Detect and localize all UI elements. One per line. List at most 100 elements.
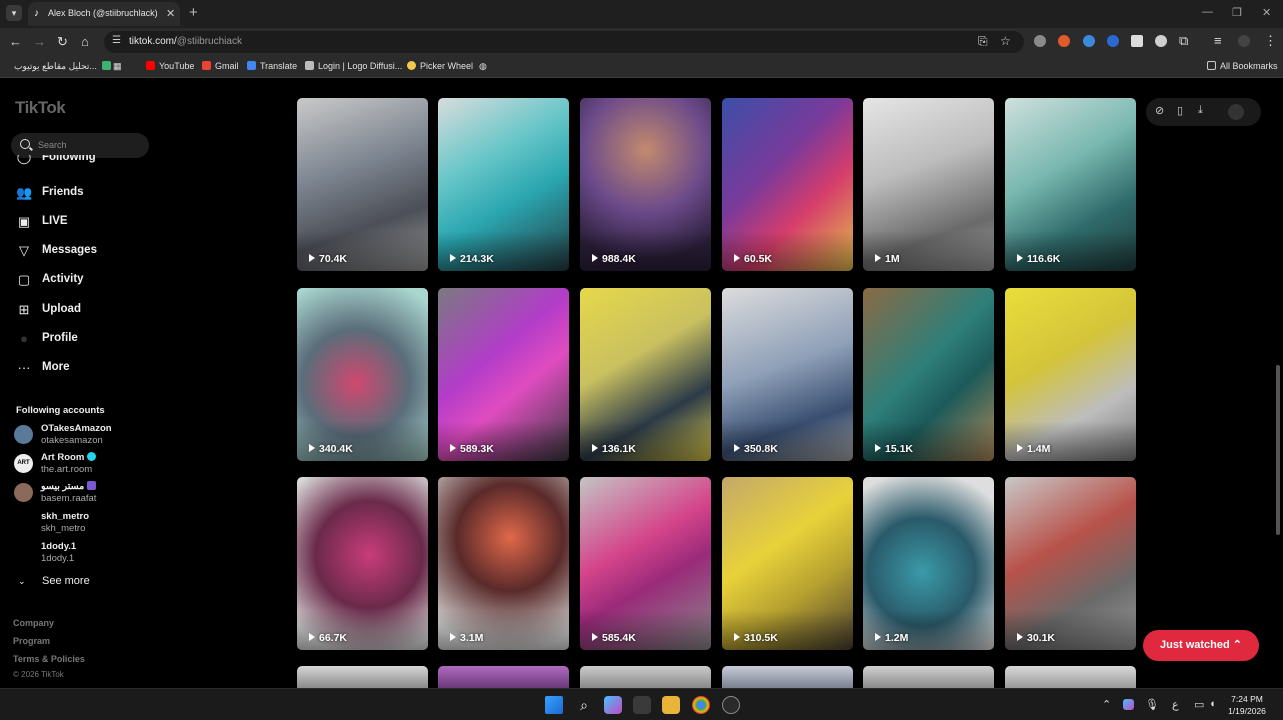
globe-icon[interactable]: ◍ xyxy=(479,61,487,72)
extension-icon[interactable] xyxy=(1083,35,1095,47)
video-thumbnail[interactable]: 30.1K xyxy=(1005,477,1136,650)
video-thumbnail[interactable]: 116.6K xyxy=(1005,98,1136,271)
forward-button[interactable]: → xyxy=(33,34,46,49)
picker-wheel-icon xyxy=(407,61,416,70)
maximize-button[interactable]: ❐ xyxy=(1232,6,1242,19)
footer-company[interactable]: Company xyxy=(13,618,54,628)
address-bar[interactable]: ☰ tiktok.com/@stiibruchiack ⎘ ☆ xyxy=(104,31,1024,53)
copilot-tray-icon[interactable] xyxy=(1123,699,1134,710)
extension-icon[interactable] xyxy=(1034,35,1046,47)
bookmark-logo-diffusion[interactable]: Login | Logo Diffusi... xyxy=(305,61,402,71)
microphone-icon[interactable]: 🎙 xyxy=(1145,698,1159,711)
extensions-puzzle-icon[interactable]: ⧉ xyxy=(1179,33,1188,49)
search-icon[interactable]: ⌕ xyxy=(575,696,593,714)
nav-following[interactable]: ◯ Following xyxy=(16,155,216,169)
windows-start-icon[interactable] xyxy=(545,696,563,714)
install-app-icon[interactable]: ⎘ xyxy=(978,34,988,49)
bookmark-translate[interactable]: Translate xyxy=(247,61,297,71)
nav-profile[interactable]: ● Profile xyxy=(16,329,216,351)
nav-activity[interactable]: ▢ Activity xyxy=(16,270,216,292)
bookmark-youtube[interactable]: YouTube xyxy=(146,61,194,71)
extension-icon[interactable] xyxy=(1107,35,1119,47)
browser-menu-icon[interactable]: ⋮ xyxy=(1264,33,1277,49)
video-thumbnail[interactable]: 3.1M xyxy=(438,477,569,650)
video-thumbnail[interactable]: 585.4K xyxy=(580,477,711,650)
video-thumbnail[interactable]: 66.7K xyxy=(297,477,428,650)
nav-friends[interactable]: 👥 Friends xyxy=(16,183,216,205)
video-thumbnail[interactable]: 136.1K xyxy=(580,288,711,461)
file-explorer-icon[interactable] xyxy=(662,696,680,714)
thumbnail-shade xyxy=(1005,421,1136,461)
just-watched-button[interactable]: Just watched ⌃ xyxy=(1143,630,1259,661)
profile-avatar-icon[interactable] xyxy=(1238,35,1250,47)
site-info-icon[interactable]: ☰ xyxy=(112,35,121,46)
compass-icon[interactable]: ⊘ xyxy=(1155,104,1164,117)
volume-icon[interactable]: ◖ xyxy=(1209,698,1216,710)
bookmark-gmail[interactable]: Gmail xyxy=(202,61,239,71)
close-tab-icon[interactable]: ✕ xyxy=(166,7,175,20)
phone-icon[interactable]: ▯ xyxy=(1177,104,1183,117)
account-otakesamazon[interactable]: OTakesAmazon otakesamazon xyxy=(14,423,214,449)
video-thumbnail[interactable]: 1.2M xyxy=(863,477,994,650)
extension-icon[interactable] xyxy=(1131,35,1143,47)
video-thumbnail[interactable]: 214.3K xyxy=(438,98,569,271)
video-thumbnail[interactable]: 70.4K xyxy=(297,98,428,271)
video-thumbnail[interactable]: 350.8K xyxy=(722,288,853,461)
video-thumbnail[interactable]: 589.3K xyxy=(438,288,569,461)
video-thumbnail[interactable] xyxy=(863,666,994,688)
video-thumbnail[interactable]: 310.5K xyxy=(722,477,853,650)
all-bookmarks[interactable]: All Bookmarks xyxy=(1207,61,1278,71)
account-1dody[interactable]: 1dody.1 1dody.1 xyxy=(14,541,214,567)
video-thumbnail[interactable]: 340.4K xyxy=(297,288,428,461)
tiktok-logo[interactable]: TikTok xyxy=(15,98,66,118)
bookmark-item[interactable]: تحليل مقاطع يوتيوب... xyxy=(14,61,115,72)
account-skh-metro[interactable]: skh_metro skh_metro xyxy=(14,511,214,537)
nav-messages[interactable]: ▽ Messages xyxy=(16,241,216,263)
download-icon[interactable]: ⤓ xyxy=(1198,104,1203,117)
thumbnail-shade xyxy=(722,421,853,461)
extension-icon[interactable] xyxy=(1155,35,1167,47)
video-thumbnail[interactable]: 60.5K xyxy=(722,98,853,271)
nav-label: Messages xyxy=(42,244,97,256)
nav-upload[interactable]: ⊞ Upload xyxy=(16,300,216,322)
video-thumbnail[interactable]: 15.1K xyxy=(863,288,994,461)
home-button[interactable]: ⌂ xyxy=(81,34,89,49)
network-icon[interactable]: ▭ xyxy=(1194,698,1204,711)
footer-terms[interactable]: Terms & Policies xyxy=(13,654,85,664)
account-art-room[interactable]: ART Art Room the.art.room xyxy=(14,452,214,478)
copilot-icon[interactable] xyxy=(604,696,622,714)
video-thumbnail[interactable] xyxy=(297,666,428,688)
minimize-button[interactable]: — xyxy=(1202,6,1213,18)
reload-button[interactable]: ↻ xyxy=(57,34,68,50)
nav-live[interactable]: ▣ LIVE xyxy=(16,212,216,234)
bookmark-star-icon[interactable]: ☆ xyxy=(1000,34,1011,48)
video-thumbnail[interactable]: 1M xyxy=(863,98,994,271)
video-thumbnail[interactable]: 988.4K xyxy=(580,98,711,271)
video-thumbnail[interactable] xyxy=(580,666,711,688)
apps-grid-icon[interactable]: ▦ xyxy=(113,61,122,72)
store-icon[interactable] xyxy=(633,696,651,714)
close-window-button[interactable]: ✕ xyxy=(1262,6,1271,19)
active-tab[interactable]: ♪ Alex Bloch (@stiibruchlack) | Ti... ✕ xyxy=(28,2,180,26)
tab-search-button[interactable]: ▾ xyxy=(6,5,22,21)
show-hidden-icons-icon[interactable]: ⌃ xyxy=(1102,698,1111,711)
extension-icon[interactable] xyxy=(1058,35,1070,47)
new-tab-button[interactable]: + xyxy=(189,4,198,21)
video-thumbnail[interactable] xyxy=(438,666,569,688)
video-thumbnail[interactable] xyxy=(722,666,853,688)
language-indicator[interactable]: ع xyxy=(1172,698,1179,711)
account-basem-raafat[interactable]: مستر بيسو basem.raafat xyxy=(14,481,214,507)
system-clock[interactable]: 7:24 PM 1/19/2026 xyxy=(1222,693,1272,717)
page-scrollbar[interactable] xyxy=(1275,80,1281,688)
back-button[interactable]: ← xyxy=(9,34,22,49)
video-thumbnail[interactable] xyxy=(1005,666,1136,688)
reading-list-icon[interactable]: ≡ xyxy=(1214,33,1222,48)
footer-program[interactable]: Program xyxy=(13,636,50,646)
bookmark-picker-wheel[interactable]: Picker Wheel xyxy=(407,61,473,71)
nav-more[interactable]: ··· More xyxy=(16,358,216,380)
scrollbar-thumb[interactable] xyxy=(1276,365,1280,535)
chrome-icon[interactable] xyxy=(692,696,710,714)
app-icon[interactable] xyxy=(722,696,740,714)
video-thumbnail[interactable]: 1.4M xyxy=(1005,288,1136,461)
user-avatar-icon[interactable] xyxy=(1228,104,1244,120)
